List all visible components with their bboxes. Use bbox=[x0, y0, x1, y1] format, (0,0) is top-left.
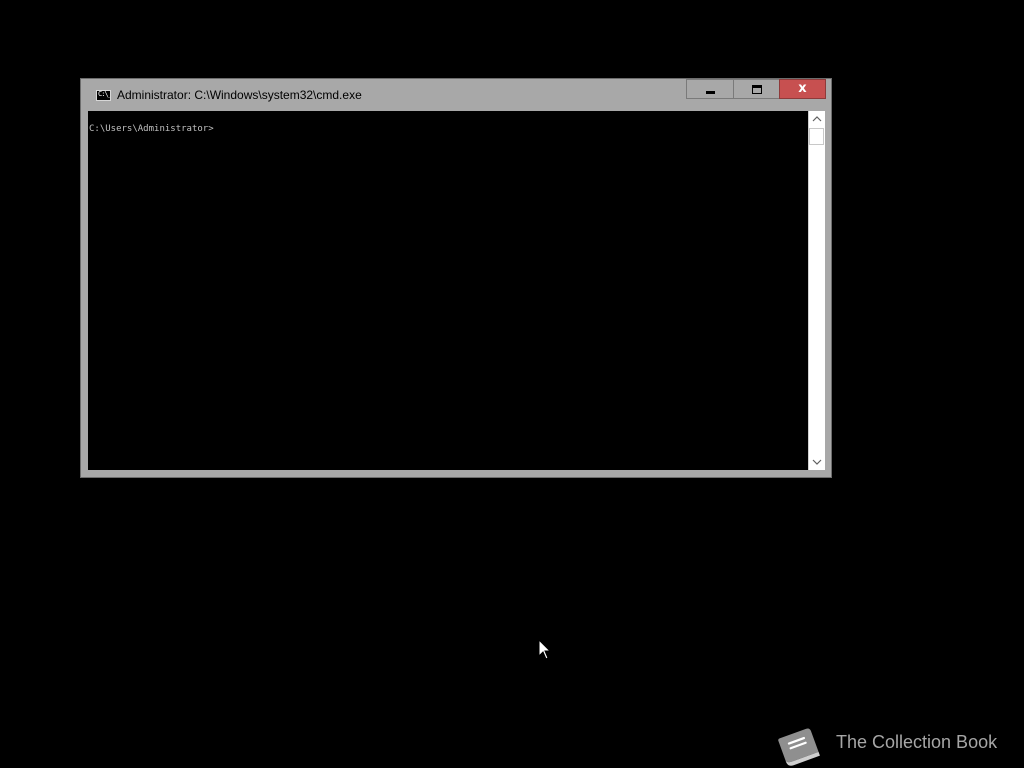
maximize-icon bbox=[752, 85, 762, 94]
maximize-button[interactable] bbox=[733, 79, 780, 99]
console-output[interactable]: C:\Users\Administrator> bbox=[88, 111, 808, 470]
watermark: The Collection Book bbox=[772, 718, 1012, 766]
scroll-up-arrow-icon[interactable] bbox=[809, 111, 825, 128]
close-icon: x bbox=[798, 81, 807, 96]
mouse-pointer-icon bbox=[538, 639, 551, 660]
chevron-up-icon bbox=[812, 116, 822, 122]
vertical-scrollbar[interactable] bbox=[808, 111, 825, 470]
window-title: Administrator: C:\Windows\system32\cmd.e… bbox=[117, 88, 362, 102]
book-icon bbox=[778, 728, 820, 766]
minimize-icon bbox=[706, 91, 715, 94]
console-prompt-line: C:\Users\Administrator> bbox=[89, 124, 214, 134]
chevron-down-icon bbox=[812, 459, 822, 465]
minimize-button[interactable] bbox=[686, 79, 734, 99]
scroll-thumb[interactable] bbox=[809, 128, 824, 145]
title-bar[interactable]: C:\_ Administrator: C:\Windows\system32\… bbox=[81, 79, 831, 111]
watermark-text: The Collection Book bbox=[836, 732, 998, 752]
desktop: C:\_ Administrator: C:\Windows\system32\… bbox=[0, 0, 1024, 768]
close-button[interactable]: x bbox=[779, 79, 826, 99]
scroll-down-arrow-icon[interactable] bbox=[809, 453, 825, 470]
cmd-app-icon-text: C:\_ bbox=[98, 90, 111, 98]
cmd-app-icon[interactable]: C:\_ bbox=[96, 90, 111, 101]
cmd-window[interactable]: C:\_ Administrator: C:\Windows\system32\… bbox=[80, 78, 832, 478]
